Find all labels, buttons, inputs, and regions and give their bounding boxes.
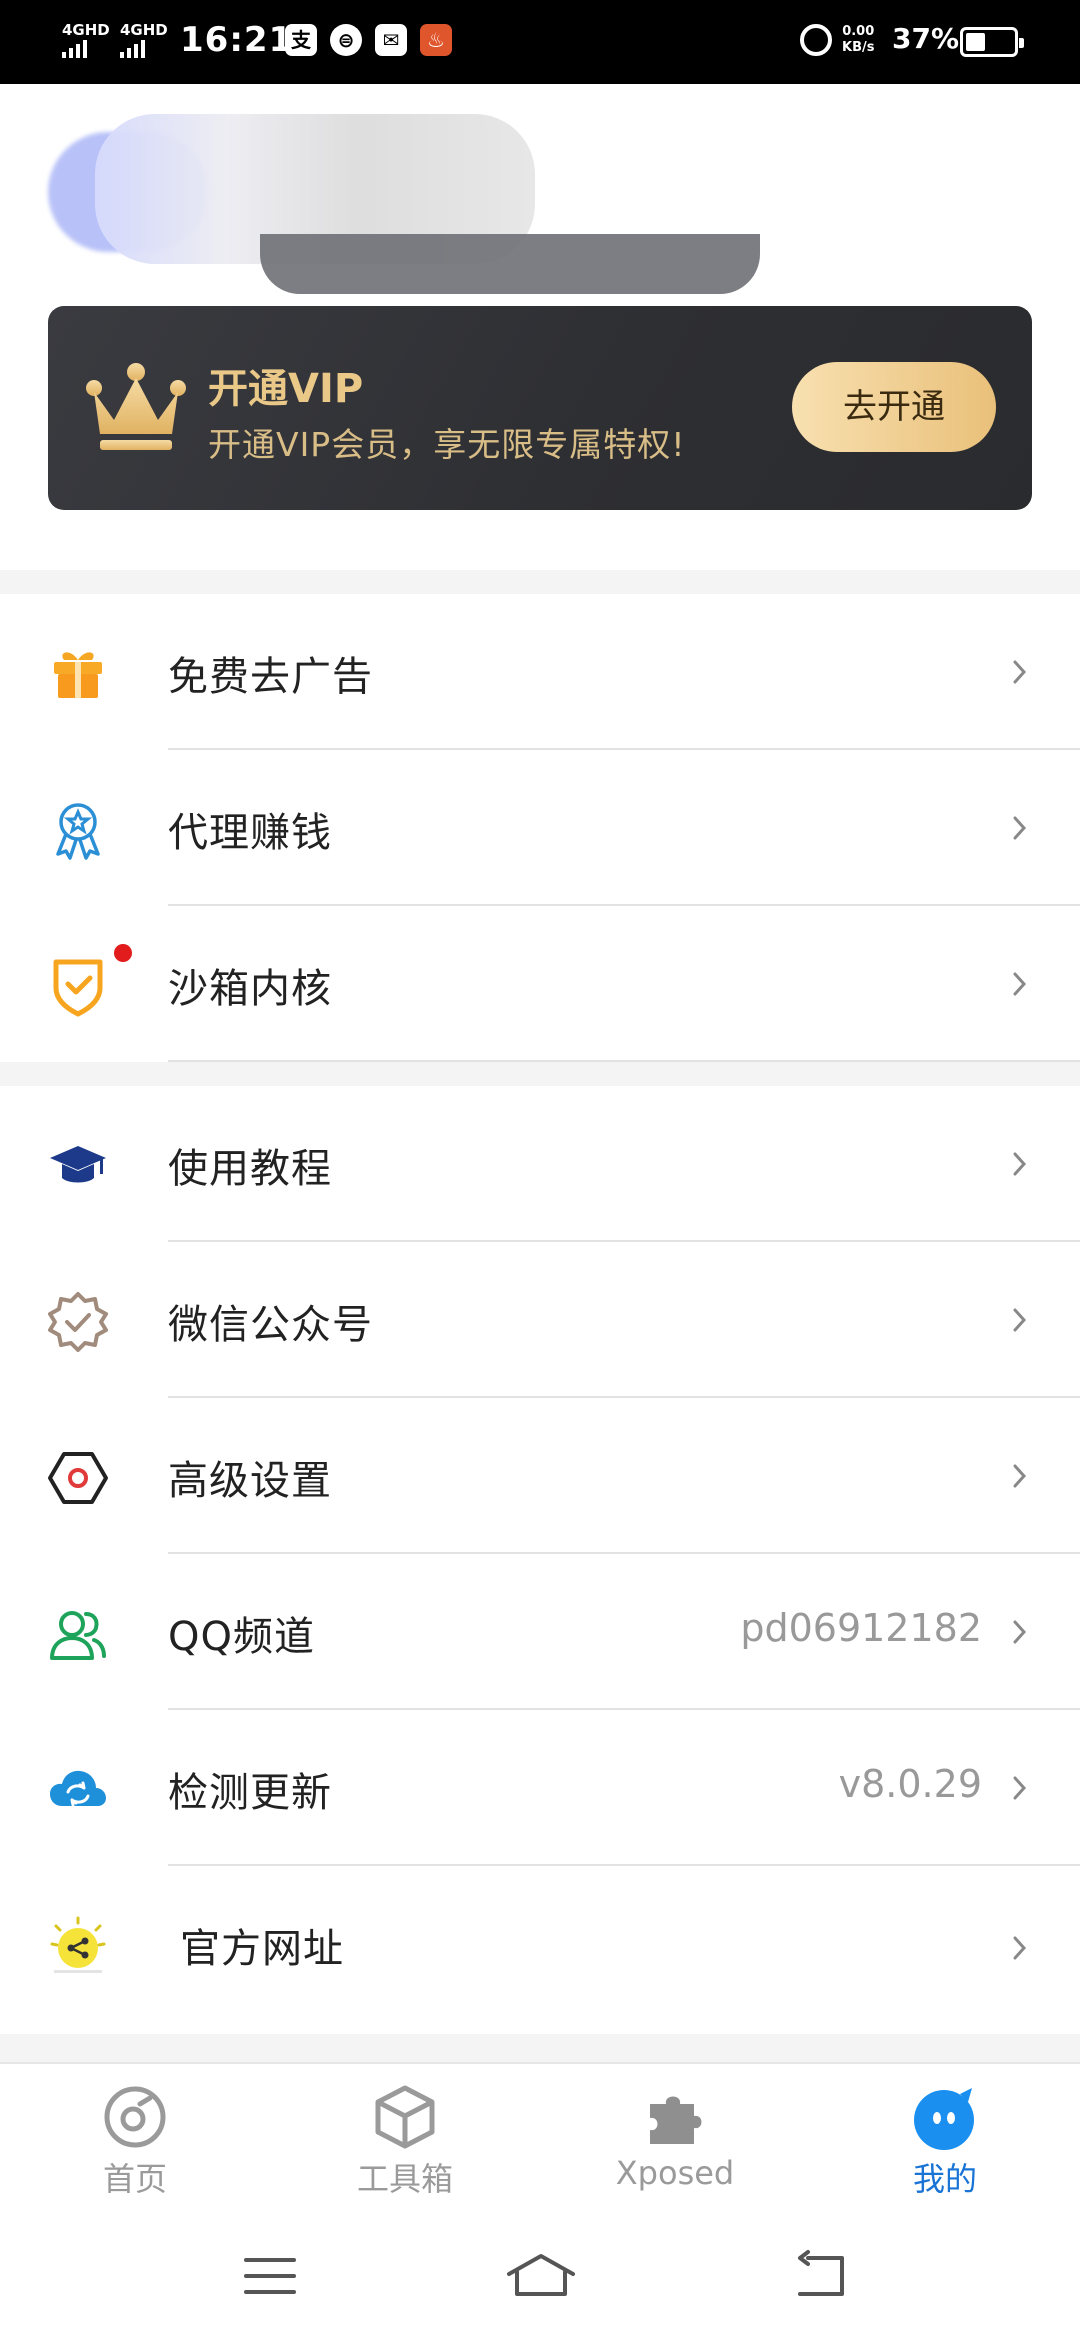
crown-icon	[86, 363, 186, 450]
chevron-right-icon	[1013, 1464, 1027, 1488]
gift-icon	[54, 652, 102, 698]
menu-item-wechat-official[interactable]: 微信公众号	[0, 1242, 1080, 1398]
puzzle-icon	[650, 2096, 702, 2144]
activate-vip-button[interactable]: 去开通	[792, 362, 996, 452]
section-gap	[0, 2034, 1080, 2062]
menu-label: QQ频道	[168, 1614, 315, 1660]
clock: 16:21	[180, 20, 294, 60]
box-icon	[375, 2085, 435, 2149]
chevron-right-icon	[1013, 1308, 1027, 1332]
battery-fill	[966, 33, 986, 51]
vip-banner[interactable]: 开通VIP 开通VIP会员，享无限专属特权! 去开通	[48, 306, 1032, 510]
medal-icon	[56, 803, 100, 860]
chevron-right-icon	[1013, 1936, 1027, 1960]
menu-label: 微信公众号	[168, 1302, 373, 1348]
chevron-right-icon	[1013, 1776, 1027, 1800]
signal-icon-2	[120, 40, 145, 58]
network-label-1: 4GHD	[62, 21, 110, 39]
users-icon	[50, 1611, 106, 1660]
menu-item-advanced-settings[interactable]: 高级设置	[0, 1398, 1080, 1554]
alipay-icon: 支	[285, 24, 317, 56]
battery-percent: 37%	[892, 22, 960, 55]
verified-badge-icon	[48, 1292, 108, 1352]
battery-icon	[960, 27, 1024, 57]
nav-tab-home[interactable]: 首页	[45, 2082, 225, 2212]
alarm-icon	[800, 24, 832, 56]
menu-item-sandbox-kernel[interactable]: 沙箱内核	[0, 906, 1080, 1062]
menu-item-official-site[interactable]: 官方网址	[0, 1866, 1080, 2022]
menu-item-agent-earn[interactable]: 代理赚钱	[0, 750, 1080, 906]
profile-face-icon	[914, 2088, 974, 2150]
menu-item-check-update[interactable]: 检测更新 v8.0.29	[0, 1710, 1080, 1866]
menu-label: 检测更新	[168, 1770, 332, 1816]
nav-label: 首页	[102, 2160, 167, 2198]
message-app-icon: ✉	[375, 24, 407, 56]
nav-label: Xposed	[615, 2154, 735, 2192]
nav-tab-mine[interactable]: 我的	[855, 2082, 1035, 2212]
chevron-right-icon	[1013, 660, 1027, 684]
home-disc-icon	[104, 2086, 166, 2148]
bottom-nav: 首页 工具箱 Xposed 我的	[0, 2062, 1080, 2212]
notification-dot	[114, 944, 132, 962]
chevron-right-icon	[1013, 972, 1027, 996]
nav-tab-xposed[interactable]: Xposed	[585, 2082, 765, 2212]
back-icon[interactable]	[792, 2246, 852, 2306]
chevron-right-icon	[1013, 1152, 1027, 1176]
menu-label: 官方网址	[180, 1926, 344, 1972]
menu-label: 代理赚钱	[168, 810, 332, 856]
menu-item-qq-channel[interactable]: QQ频道 pd06912182	[0, 1554, 1080, 1710]
network-label-2: 4GHD	[120, 21, 168, 39]
status-bar: 4GHD 4GHD 16:21 支 ⊜ ✉ ♨ 0.00 KB/s 37%	[0, 0, 1080, 84]
vip-title: 开通VIP	[208, 366, 364, 412]
menu-icon[interactable]	[240, 2246, 300, 2306]
section-gap	[0, 1062, 1080, 1086]
menu-label: 免费去广告	[168, 654, 373, 700]
menu-label: 使用教程	[168, 1146, 332, 1192]
chevron-right-icon	[1013, 1620, 1027, 1644]
share-icon	[50, 1916, 106, 1973]
cloud-sync-icon	[50, 1770, 106, 1807]
menu-label: 高级设置	[168, 1458, 332, 1504]
menu-item-remove-ads[interactable]: 免费去广告	[0, 594, 1080, 750]
shield-icon	[53, 959, 103, 1017]
qq-channel-id: pd06912182	[740, 1606, 982, 1650]
hexagon-settings-icon	[48, 1452, 108, 1504]
user-info-blurred	[260, 234, 760, 294]
nav-label: 工具箱	[356, 2160, 453, 2198]
home-icon[interactable]	[505, 2246, 577, 2306]
nav-tab-toolbox[interactable]: 工具箱	[315, 2082, 495, 2212]
chevron-right-icon	[1013, 816, 1027, 840]
menu-label: 沙箱内核	[168, 966, 332, 1012]
graduation-cap-icon	[50, 1146, 106, 1183]
vip-subtitle: 开通VIP会员，享无限专属特权!	[208, 425, 686, 464]
signal-icon-1	[62, 40, 87, 58]
app-version: v8.0.29	[838, 1762, 982, 1806]
system-nav-bar	[0, 2212, 1080, 2340]
net-speed: 0.00 KB/s	[842, 24, 875, 55]
game-app-icon: ♨	[420, 24, 452, 56]
section-gap	[0, 570, 1080, 594]
notification-app-icon: ⊜	[330, 24, 362, 56]
menu-item-tutorial[interactable]: 使用教程	[0, 1086, 1080, 1242]
nav-label: 我的	[912, 2160, 977, 2198]
